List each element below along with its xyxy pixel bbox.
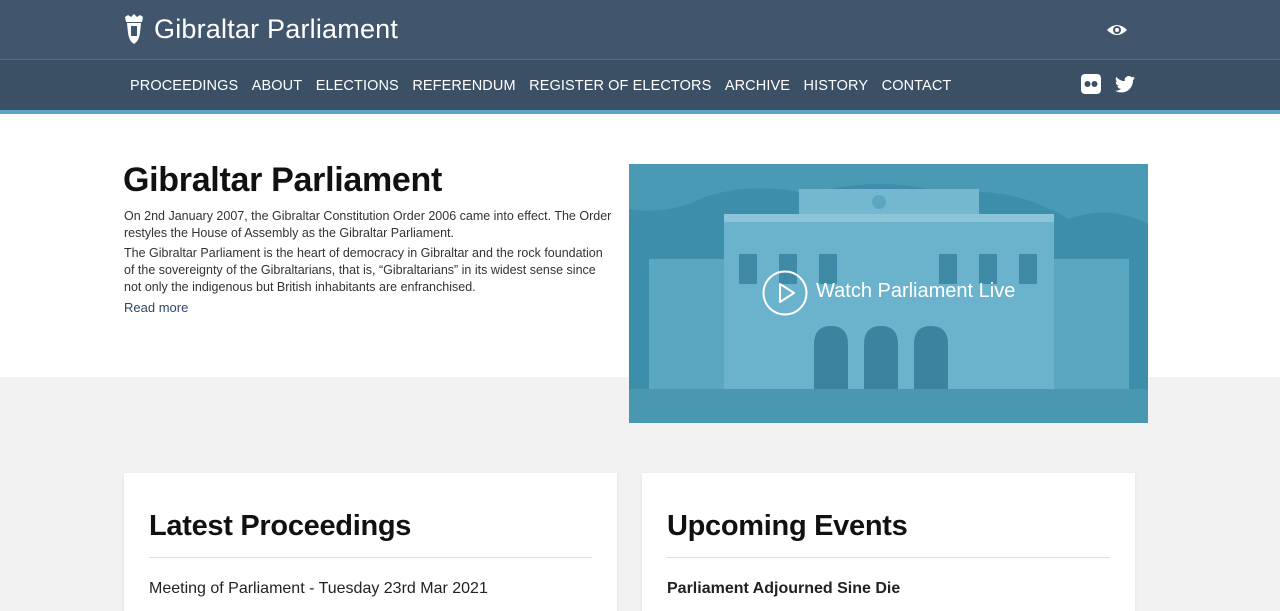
play-icon[interactable]	[762, 270, 808, 316]
read-more-link[interactable]: Read more	[124, 300, 188, 315]
top-bar: Gibraltar Parliament	[0, 0, 1280, 59]
nav-menu: PROCEEDINGS ABOUT ELECTIONS REFERENDUM R…	[130, 76, 965, 96]
nav-item-history[interactable]: HISTORY	[804, 76, 869, 96]
proceeding-link[interactable]: Meeting of Parliament - Tuesday 23rd Mar…	[149, 580, 488, 598]
event-item: Parliament Adjourned Sine Die	[667, 580, 901, 597]
nav-item-about[interactable]: ABOUT	[252, 76, 302, 96]
divider	[667, 557, 1110, 558]
nav-item-referendum[interactable]: REFERENDUM	[412, 76, 515, 96]
page-title: Gibraltar Parliament	[123, 161, 443, 199]
divider	[149, 557, 592, 558]
crest-icon[interactable]	[122, 13, 146, 45]
twitter-icon[interactable]	[1114, 73, 1136, 95]
description-paragraph: The Gibraltar Parliament is the heart of…	[124, 246, 603, 294]
eye-icon[interactable]	[1106, 20, 1128, 40]
nav-item-elections[interactable]: ELECTIONS	[316, 76, 399, 96]
upcoming-events-title: Upcoming Events	[667, 510, 908, 542]
nav-item-register-of-electors[interactable]: REGISTER OF ELECTORS	[529, 76, 711, 96]
latest-proceedings-title: Latest Proceedings	[149, 510, 412, 542]
latest-proceedings-card: Latest Proceedings Meeting of Parliament…	[124, 473, 617, 611]
upcoming-events-card: Upcoming Events Parliament Adjourned Sin…	[642, 473, 1135, 611]
site-title[interactable]: Gibraltar Parliament	[154, 14, 398, 45]
nav-item-proceedings[interactable]: PROCEEDINGS	[130, 76, 238, 96]
flickr-icon[interactable]	[1080, 73, 1102, 95]
watch-live-link[interactable]: Watch Parliament Live	[816, 280, 1015, 303]
nav-item-contact[interactable]: CONTACT	[882, 76, 952, 96]
nav-item-archive[interactable]: ARCHIVE	[725, 76, 790, 96]
intro-paragraph: On 2nd January 2007, the Gibraltar Const…	[124, 209, 612, 240]
